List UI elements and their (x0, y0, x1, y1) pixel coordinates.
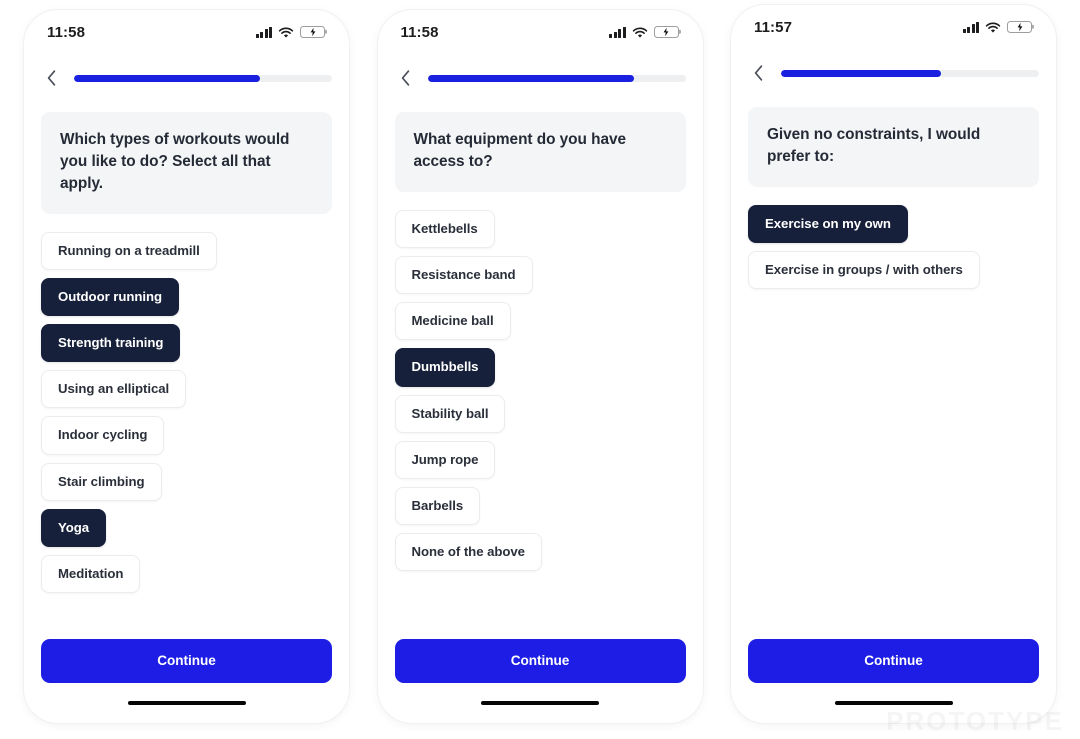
battery-icon (1007, 20, 1032, 34)
battery-icon (653, 25, 679, 39)
charging-bolt-icon (310, 27, 315, 37)
option-button[interactable]: Barbells (394, 486, 481, 526)
option-button[interactable]: Jump rope (394, 440, 496, 479)
option-button[interactable]: Exercise on my own (748, 204, 908, 243)
charging-bolt-icon (1017, 22, 1022, 32)
progress-bar-track (427, 74, 686, 82)
watermark: PROTOTYPE (886, 706, 1064, 736)
question-card: Which types of workouts would you like t… (41, 112, 332, 214)
screen-body: Given no constraints, I would prefer to:… (731, 97, 1056, 639)
option-button[interactable]: Indoor cycling (41, 416, 165, 455)
status-time: 11:57 (754, 18, 793, 36)
progress-bar-fill (781, 69, 941, 77)
nav-header (378, 54, 703, 102)
screen-footer: Continue (24, 639, 349, 683)
nav-header (731, 49, 1056, 97)
progress-bar-track (781, 69, 1039, 77)
back-button[interactable] (396, 65, 415, 91)
continue-button[interactable]: Continue (748, 639, 1039, 683)
wifi-icon (985, 21, 1001, 33)
option-button[interactable]: Resistance band (394, 255, 533, 295)
status-icons (255, 25, 325, 39)
home-indicator-area (24, 683, 349, 723)
phone-mockup-workout-types: 11:58 Which types of workouts would you … (24, 10, 349, 723)
option-button[interactable]: Meditation (41, 555, 141, 594)
back-button[interactable] (42, 65, 61, 91)
status-icons (962, 20, 1032, 34)
option-button[interactable]: Yoga (41, 508, 107, 548)
screenshot-stage: 11:58 Which types of workouts would you … (0, 0, 1080, 739)
option-button[interactable]: Strength training (41, 324, 181, 363)
phone-mockup-equipment-access: 11:58 What equipment do you have access … (377, 10, 703, 723)
nav-header (24, 54, 349, 102)
phone-mockup-exercise-preference: 11:57 Given no constraints, I would pref… (731, 5, 1056, 723)
status-bar: 11:58 (378, 10, 703, 54)
screen-footer: Continue (378, 639, 703, 683)
option-button[interactable]: Medicine ball (394, 302, 511, 341)
back-button[interactable] (749, 60, 768, 86)
status-time: 11:58 (47, 23, 86, 41)
option-button[interactable]: Exercise in groups / with others (748, 250, 980, 290)
options-list: Running on a treadmill Outdoor running Str… (41, 231, 332, 594)
continue-button[interactable]: Continue (394, 639, 686, 683)
option-button[interactable]: Running on a treadmill (41, 231, 217, 270)
progress-bar-fill (74, 74, 260, 82)
charging-bolt-icon (663, 27, 669, 37)
question-text: Which types of workouts would you like t… (60, 131, 290, 192)
question-card: What equipment do you have access to? (394, 112, 686, 192)
option-button[interactable]: Stair climbing (41, 462, 162, 501)
screen-footer: Continue (731, 639, 1056, 683)
options-list: Exercise on my own Exercise in groups / w… (748, 204, 1039, 290)
options-list: Kettlebells Resistance band Medicine ball D… (394, 209, 686, 572)
option-button[interactable]: Stability ball (394, 394, 506, 433)
home-indicator[interactable] (834, 700, 953, 706)
home-indicator[interactable] (481, 700, 599, 706)
question-card: Given no constraints, I would prefer to: (748, 107, 1039, 187)
wifi-icon (278, 26, 294, 38)
chevron-left-icon (754, 65, 763, 81)
cellular-signal-icon (255, 26, 272, 38)
continue-button[interactable]: Continue (41, 639, 332, 683)
cellular-signal-icon (962, 21, 979, 33)
option-button[interactable]: Kettlebells (394, 209, 495, 248)
cellular-signal-icon (609, 26, 626, 38)
battery-icon (300, 25, 325, 39)
wifi-icon (632, 26, 648, 38)
option-button[interactable]: Outdoor running (41, 277, 179, 317)
status-bar: 11:57 (731, 5, 1056, 49)
question-text: Given no constraints, I would prefer to: (767, 126, 981, 165)
option-button[interactable]: Using an elliptical (41, 370, 187, 409)
home-indicator[interactable] (127, 700, 246, 706)
option-button[interactable]: Dumbbells (394, 348, 496, 387)
screen-body: Which types of workouts would you like t… (24, 102, 349, 639)
status-icons (609, 25, 679, 39)
status-bar: 11:58 (24, 10, 349, 54)
home-indicator-area (378, 683, 703, 723)
screen-body: What equipment do you have access to? Ke… (378, 102, 703, 639)
chevron-left-icon (401, 70, 409, 86)
question-text: What equipment do you have access to? (413, 131, 627, 170)
progress-bar-track (74, 74, 332, 82)
status-time: 11:58 (400, 23, 439, 41)
progress-bar-fill (427, 74, 634, 82)
option-button[interactable]: None of the above (394, 533, 542, 572)
chevron-left-icon (47, 70, 56, 86)
